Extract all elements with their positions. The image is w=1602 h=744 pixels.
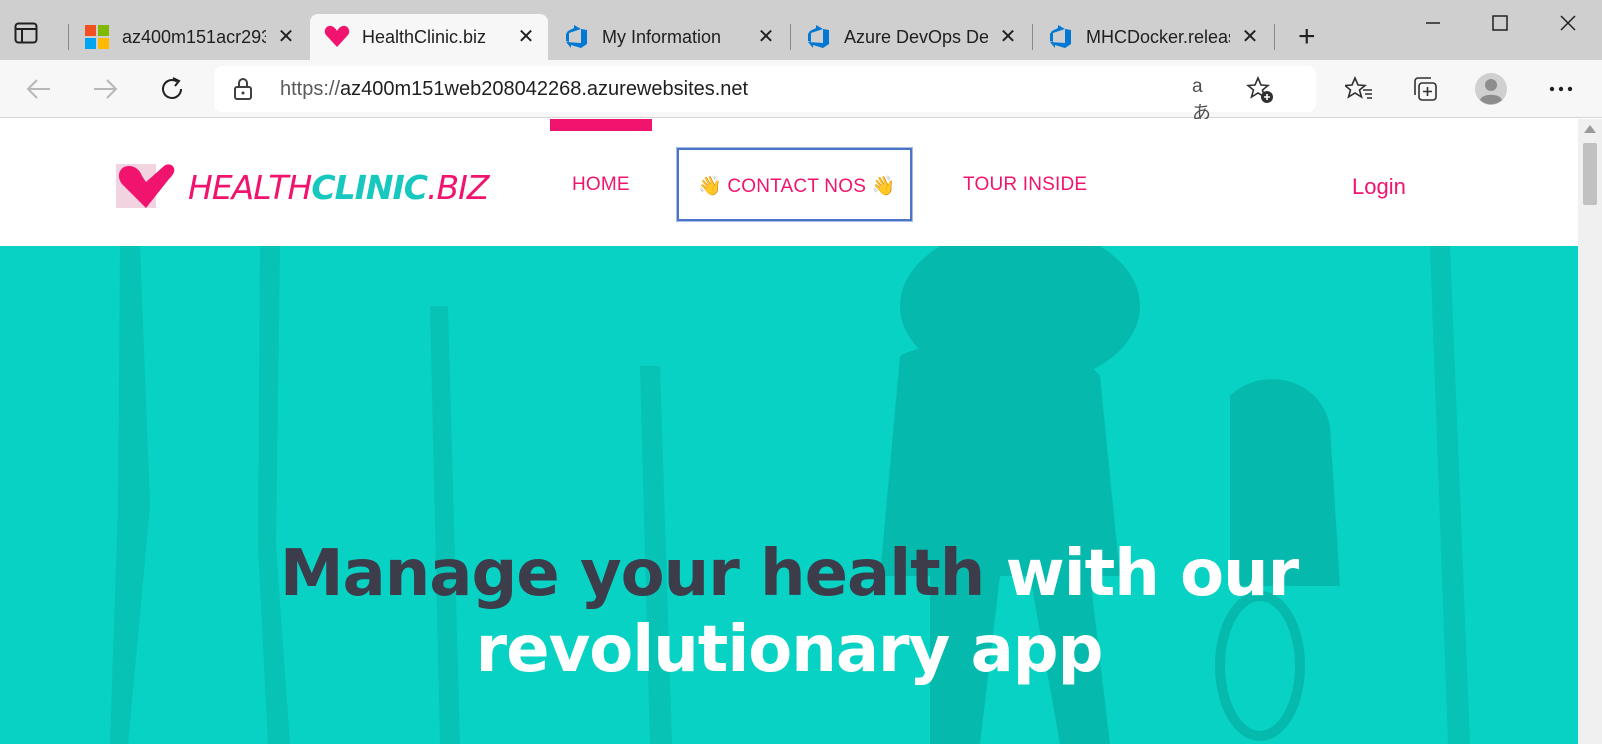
tab-separator: [1274, 24, 1275, 50]
add-favorite-icon[interactable]: [1245, 75, 1274, 104]
scroll-thumb[interactable]: [1583, 143, 1597, 205]
browser-toolbar: https://az400m151web208042268.azurewebsi…: [0, 60, 1602, 124]
url-text: https://az400m151web208042268.azurewebsi…: [280, 78, 748, 101]
close-icon[interactable]: ✕: [1240, 27, 1260, 47]
close-icon[interactable]: ✕: [276, 27, 296, 47]
headline-second-line: revolutionary app: [475, 613, 1104, 687]
minimize-icon[interactable]: [1410, 12, 1456, 34]
window-close-icon[interactable]: [1545, 12, 1591, 34]
azure-devops-icon: [806, 24, 832, 50]
logo-wordmark: HEALTHCLINIC.BIZ: [188, 167, 489, 207]
login-link[interactable]: Login: [1352, 174, 1406, 200]
site-navbar: HEALTHCLINIC.BIZ HOME 👋 CONTACT NOS 👋 TO…: [0, 119, 1578, 246]
address-bar[interactable]: https://az400m151web208042268.azurewebsi…: [214, 66, 1316, 124]
page-viewport: HEALTHCLINIC.BIZ HOME 👋 CONTACT NOS 👋 TO…: [0, 119, 1578, 744]
heart-icon: [324, 24, 350, 50]
close-icon[interactable]: ✕: [998, 27, 1018, 47]
tab-actions-icon[interactable]: [14, 22, 38, 44]
tab-title: az400m151acr293: [122, 26, 266, 47]
hero-section: Manage your health with our revolutionar…: [0, 246, 1578, 744]
collections-icon[interactable]: [1408, 72, 1442, 106]
back-arrow-icon[interactable]: [22, 72, 56, 106]
page-scrollbar[interactable]: [1578, 119, 1602, 744]
tab-my-information[interactable]: My Information ✕: [550, 14, 788, 60]
microsoft-logo-icon: [84, 24, 110, 50]
favorites-icon[interactable]: [1342, 72, 1376, 106]
maximize-icon[interactable]: [1477, 12, 1523, 34]
hero-headline: Manage your health with our revolutionar…: [0, 536, 1578, 688]
headline-light-part: with our: [1005, 537, 1300, 611]
more-options-icon[interactable]: [1544, 72, 1578, 106]
nav-home-link[interactable]: HOME: [572, 174, 630, 196]
tab-mhcdocker-release[interactable]: MHCDocker.releas ✕: [1034, 14, 1272, 60]
tab-healthclinic[interactable]: HealthClinic.biz ✕: [310, 14, 548, 60]
url-host: az400m151web208042268.azurewebsites.net: [340, 78, 749, 100]
nav-tour-inside-link[interactable]: TOUR INSIDE: [963, 174, 1087, 196]
tab-title: HealthClinic.biz: [362, 26, 487, 47]
heart-logo-icon: [116, 164, 175, 208]
close-icon[interactable]: ✕: [516, 27, 536, 47]
active-nav-indicator: [550, 119, 652, 131]
refresh-icon[interactable]: [155, 72, 189, 106]
profile-avatar[interactable]: [1474, 72, 1508, 106]
read-aloud-translate-icon[interactable]: aあ: [1192, 76, 1220, 124]
tab-title: Azure DevOps Der: [844, 26, 988, 47]
close-icon[interactable]: ✕: [756, 27, 776, 47]
logo-part-clinic: CLINIC: [311, 167, 428, 207]
site-logo[interactable]: HEALTHCLINIC.BIZ: [116, 159, 489, 215]
tab-azure-devops-demo[interactable]: Azure DevOps Der ✕: [792, 14, 1030, 60]
azure-devops-icon: [564, 24, 590, 50]
tab-separator: [790, 24, 791, 50]
azure-devops-icon: [1048, 24, 1074, 50]
tab-title: My Information: [602, 26, 722, 47]
nav-contact-link[interactable]: 👋 CONTACT NOS 👋: [698, 174, 895, 198]
new-tab-plus-icon[interactable]: +: [1298, 22, 1316, 52]
headline-dark-part: Manage your health: [279, 537, 1006, 611]
tab-title: MHCDocker.releas: [1086, 26, 1230, 47]
logo-part-biz: .BIZ: [427, 167, 489, 207]
tab-acr[interactable]: az400m151acr293 ✕: [70, 14, 308, 60]
url-scheme: https://: [280, 78, 341, 100]
lock-icon[interactable]: [232, 77, 254, 101]
logo-part-health: HEALTH: [188, 167, 312, 207]
scroll-up-arrow-icon[interactable]: [1584, 125, 1596, 133]
tab-strip: az400m151acr293 ✕ HealthClinic.biz ✕ My …: [0, 0, 1602, 60]
tab-separator: [1032, 24, 1033, 50]
tab-separator: [68, 24, 69, 50]
forward-arrow-icon[interactable]: [88, 72, 122, 106]
